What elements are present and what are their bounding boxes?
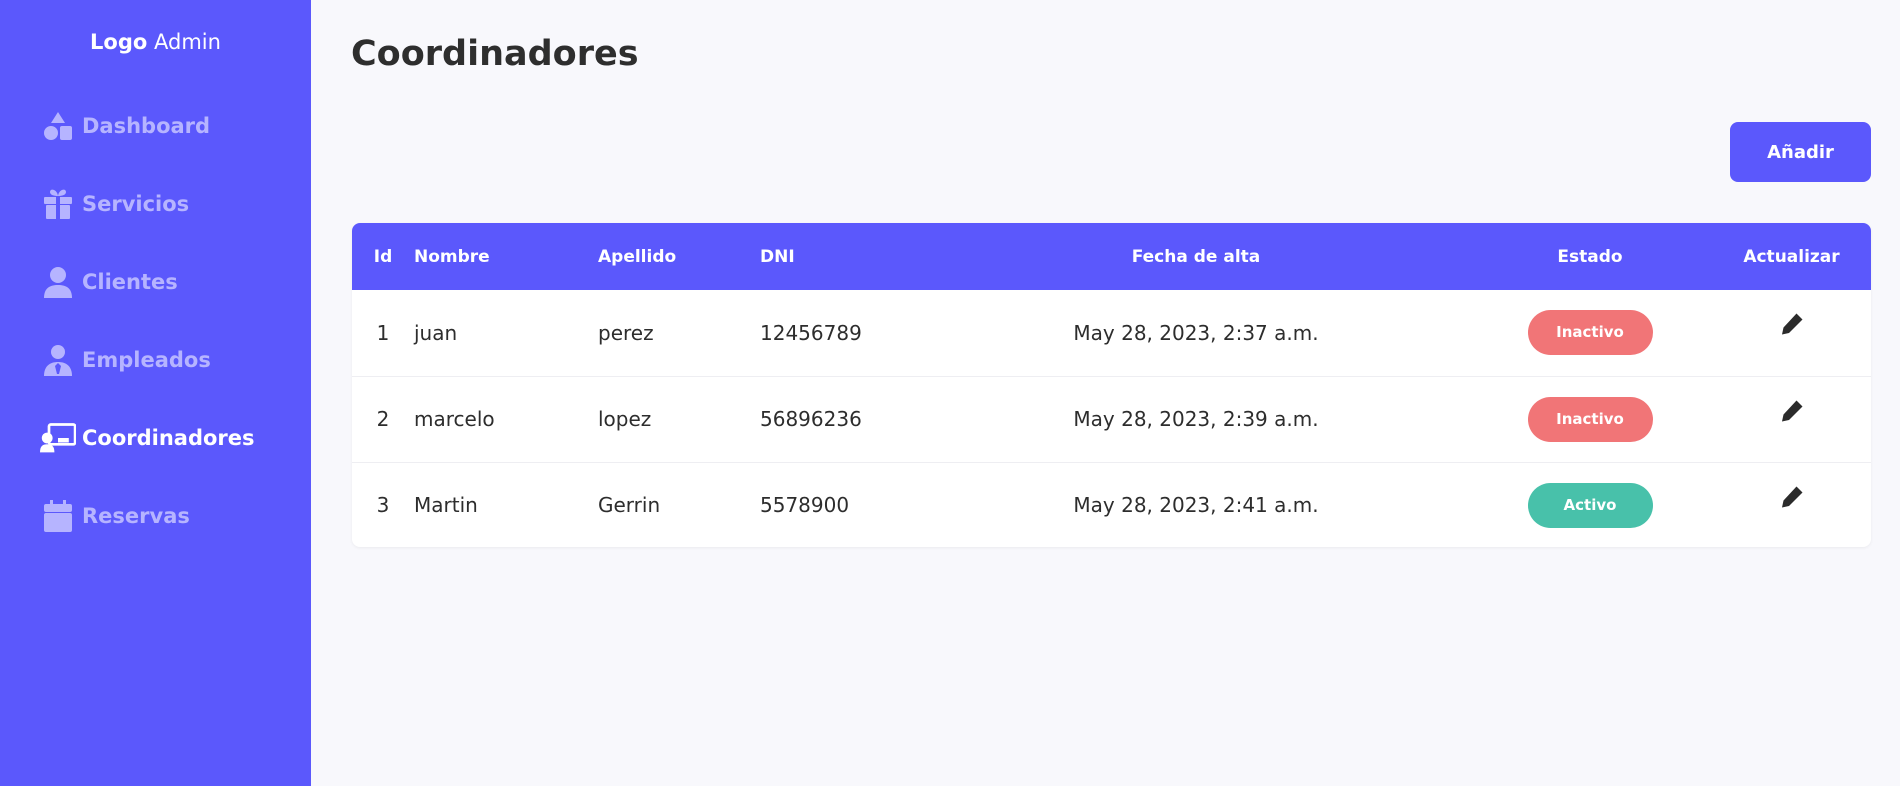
page-title: Coordinadores (351, 34, 639, 74)
cell-fecha: May 28, 2023, 2:39 a.m. (1073, 407, 1319, 431)
gift-icon (40, 186, 76, 222)
cell-actualizar (1712, 462, 1871, 547)
cell-estado: Activo (1468, 462, 1712, 547)
status-badge: Inactivo (1527, 396, 1653, 442)
column-header-id: Id (373, 246, 393, 267)
cell-estado: Inactivo (1468, 376, 1712, 462)
sidebar: Logo Admin Dashboard Servicios Clientes (0, 0, 311, 786)
table-row: 3 Martin Gerrin 5578900 May 28, 2023, 2:… (352, 462, 1871, 547)
sidebar-item-label: Empleados (82, 348, 211, 372)
cell-dni: 56896236 (760, 407, 862, 431)
cell-fecha: May 28, 2023, 2:37 a.m. (1073, 320, 1319, 345)
cell-id: 2 (376, 407, 390, 431)
sidebar-item-label: Coordinadores (82, 426, 255, 450)
cell-apellido: Gerrin (598, 493, 661, 518)
chalkboard-user-icon (40, 420, 76, 456)
column-header-apellido: Apellido (598, 246, 677, 267)
sidebar-item-label: Reservas (82, 504, 190, 528)
table-row: 1 juan perez 12456789 May 28, 2023, 2:37… (352, 290, 1871, 376)
table-row: 2 marcelo lopez 56896236 May 28, 2023, 2… (352, 376, 1871, 462)
coordinators-table-card: Id Nombre Apellido DNI Fecha de alta Est… (352, 223, 1871, 547)
pencil-icon[interactable] (1780, 312, 1804, 341)
main-content: Coordinadores Añadir Id Nombre Apellido … (311, 0, 1900, 786)
sidebar-item-empleados[interactable]: Empleados (40, 342, 311, 378)
cell-apellido: perez (598, 320, 654, 345)
sidebar-item-reservas[interactable]: Reservas (40, 498, 311, 534)
cell-fecha: May 28, 2023, 2:41 a.m. (1073, 493, 1319, 518)
status-badge: Activo (1527, 482, 1653, 528)
cell-dni: 5578900 (760, 493, 850, 518)
sidebar-nav: Dashboard Servicios Clientes Empleados C… (40, 108, 311, 576)
add-button[interactable]: Añadir (1730, 122, 1871, 182)
cell-nombre: Martin (414, 493, 478, 518)
column-header-fecha: Fecha de alta (1131, 246, 1261, 267)
logo-admin-text: Admin (154, 30, 221, 54)
cell-estado: Inactivo (1468, 290, 1712, 376)
user-icon (40, 264, 76, 300)
sidebar-item-clientes[interactable]: Clientes (40, 264, 311, 300)
cell-dni: 12456789 (760, 320, 862, 345)
table-header-row: Id Nombre Apellido DNI Fecha de alta Est… (352, 223, 1871, 290)
coordinators-table: Id Nombre Apellido DNI Fecha de alta Est… (352, 223, 1871, 547)
cell-id: 3 (376, 493, 390, 518)
cell-apellido: lopez (598, 407, 652, 431)
status-badge: Inactivo (1527, 310, 1653, 356)
sidebar-item-label: Servicios (82, 192, 190, 216)
sidebar-item-servicios[interactable]: Servicios (40, 186, 311, 222)
pencil-icon[interactable] (1780, 399, 1804, 428)
logo-strong-text: Logo (90, 30, 148, 54)
sidebar-item-label: Dashboard (82, 114, 211, 138)
column-header-estado: Estado (1557, 246, 1623, 267)
column-header-actualizar: Actualizar (1743, 246, 1840, 267)
shapes-icon (40, 108, 76, 144)
app-logo[interactable]: Logo Admin (0, 30, 311, 54)
cell-actualizar (1712, 376, 1871, 462)
cell-actualizar (1712, 290, 1871, 376)
column-header-nombre: Nombre (414, 246, 490, 267)
column-header-dni: DNI (760, 246, 795, 267)
cell-id: 1 (376, 320, 390, 345)
sidebar-item-label: Clientes (82, 270, 178, 294)
pencil-icon[interactable] (1780, 485, 1804, 514)
user-tie-icon (40, 342, 76, 378)
sidebar-item-coordinadores[interactable]: Coordinadores (40, 420, 311, 456)
sidebar-item-dashboard[interactable]: Dashboard (40, 108, 311, 144)
cell-nombre: juan (414, 320, 458, 345)
calendar-icon (40, 498, 76, 534)
cell-nombre: marcelo (414, 407, 495, 431)
